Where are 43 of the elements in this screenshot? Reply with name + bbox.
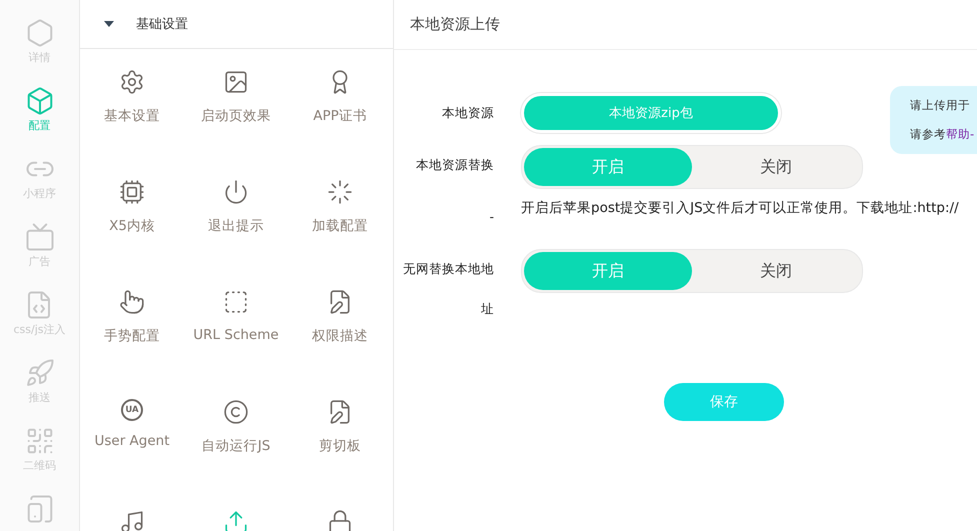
chip-icon (119, 179, 145, 205)
ua-badge-icon: UA (121, 399, 143, 421)
nav-item[interactable]: 配置 (24, 86, 54, 133)
power-icon (223, 179, 249, 205)
settings-tile[interactable]: 自动运行JS (184, 399, 288, 509)
square-icon (223, 289, 249, 315)
field-label: - (488, 208, 494, 226)
settings-icon (119, 69, 145, 95)
lock-icon (327, 509, 353, 531)
settings-tile[interactable]: APP证书 (288, 69, 392, 179)
toggle-option[interactable]: 关闭 (692, 252, 860, 290)
settings-tile[interactable]: 手势配置 (80, 289, 184, 399)
image-icon (223, 69, 249, 95)
field-label: 本地资源替换 (415, 156, 494, 174)
field-label: 无网替换本地地址 (402, 260, 494, 318)
settings-tile[interactable]: UA User Agent (80, 399, 184, 509)
settings-tile[interactable]: X5内核 (80, 179, 184, 289)
toggle-option[interactable]: 关闭 (692, 148, 860, 186)
hand-pointer-icon (119, 289, 145, 315)
note-text: 开启后苹果post提交要引入JS文件后才可以正常使用。下载地址:http:// (521, 199, 959, 217)
settings-tile[interactable]: 加载配置 (288, 179, 392, 289)
settings-tile[interactable]: 退出提示 (184, 179, 288, 289)
toggle-switch[interactable]: 开启 关闭 (521, 145, 863, 189)
section-title: 基础设置 (136, 16, 188, 33)
rocket-icon (24, 358, 54, 388)
tv-icon (24, 222, 54, 252)
settings-tile[interactable]: 权限描述 (288, 289, 392, 399)
tooltip-text: 请参考帮助- (910, 127, 976, 142)
loader-icon (327, 179, 353, 205)
toggle-switch[interactable]: 开启 关闭 (521, 249, 863, 293)
tooltip-text: 请上传用于 (910, 98, 971, 113)
field-label: 本地资源 (441, 104, 494, 122)
copyright-icon (223, 399, 249, 425)
settings-tile[interactable]: 剪切板 (288, 399, 392, 509)
settings-tile[interactable]: URL Scheme (184, 289, 288, 399)
caret-icon[interactable] (104, 21, 114, 27)
panel-title: 本地资源上传 (394, 0, 977, 50)
qr-code-icon (24, 426, 54, 456)
settings-tile[interactable]: 基本设置 (80, 69, 184, 179)
help-link[interactable]: 帮助- (946, 127, 974, 141)
settings-tile[interactable]: 启动页效果 (184, 69, 288, 179)
upload-icon (223, 509, 249, 531)
music-icon (119, 509, 145, 531)
